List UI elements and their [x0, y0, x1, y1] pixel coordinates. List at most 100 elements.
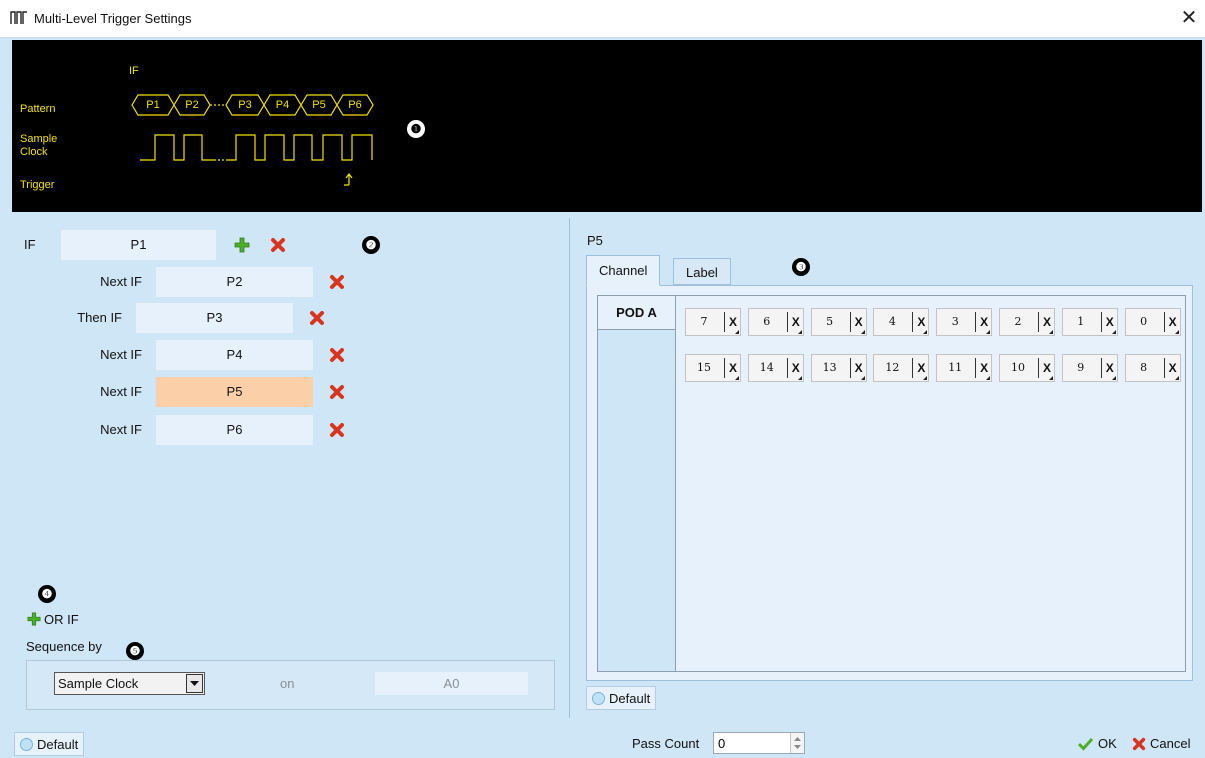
sequence-source-select[interactable]: Sample Clock	[54, 672, 205, 695]
bit-number: 12	[885, 361, 900, 374]
dropdown-corner-icon	[923, 376, 928, 380]
tab-label[interactable]: Label	[673, 258, 731, 285]
pass-count-field[interactable]	[713, 732, 805, 754]
bit-number: 6	[763, 315, 771, 328]
sequence-on-label: on	[280, 676, 295, 691]
bit-number: 15	[697, 361, 711, 374]
bit-separator	[1038, 358, 1039, 378]
bit-cell[interactable]: 14 X	[747, 354, 804, 382]
bit-cell[interactable]: 9X	[1061, 354, 1118, 382]
bit-separator	[1100, 312, 1102, 332]
bit-separator	[975, 358, 977, 378]
ok-button[interactable]: OK	[1078, 732, 1117, 756]
pass-count-label: Pass Count	[632, 736, 700, 751]
bit-cell[interactable]: 13 X	[810, 354, 867, 382]
sequence-channel-field[interactable]: A0	[375, 672, 528, 695]
default-radio-icon	[592, 692, 605, 705]
dropdown-corner-icon	[923, 330, 928, 334]
callout-marker-2: ❷	[362, 236, 380, 254]
bit-cell[interactable]: 10 X	[999, 354, 1055, 382]
dropdown-corner-icon	[735, 330, 739, 334]
sequence-by-label: Sequence by	[26, 639, 102, 654]
level-field-p4[interactable]: P4	[156, 340, 313, 370]
level-field-p3[interactable]: P3	[136, 303, 293, 333]
bit-cell[interactable]: 1X	[1061, 308, 1118, 336]
dropdown-corner-icon	[735, 376, 739, 380]
dropdown-arrow-icon	[186, 674, 203, 693]
bit-separator	[1038, 312, 1039, 332]
bit-separator	[975, 312, 977, 332]
dropdown-corner-icon	[797, 330, 802, 334]
delete-level-p5-icon[interactable]	[329, 384, 345, 400]
bit-separator	[912, 312, 914, 332]
checkmark-icon	[1078, 737, 1093, 751]
cancel-x-icon	[1132, 737, 1146, 751]
level-field-p1[interactable]: P1	[61, 230, 216, 260]
waveform-icon	[10, 11, 27, 24]
bit-number: 10	[1011, 361, 1025, 374]
bit-separator	[849, 358, 851, 378]
dropdown-corner-icon	[1049, 330, 1053, 334]
level-label-then-if: Then IF	[77, 310, 122, 325]
editor-default-button[interactable]: Default	[586, 686, 657, 710]
bit-cell[interactable]: 4X	[873, 308, 930, 336]
bit-cell[interactable]: 12 X	[873, 354, 930, 382]
editor-default-label: Default	[609, 691, 651, 706]
level-field-p5-selected[interactable]: P5	[156, 377, 313, 407]
bit-separator	[786, 312, 788, 332]
bit-separator	[849, 312, 851, 332]
spinner-icon[interactable]	[790, 733, 804, 753]
bit-cell[interactable]: 6X	[747, 308, 804, 336]
or-if-button[interactable]: OR IF	[27, 608, 79, 632]
window-title: Multi-Level Trigger Settings	[34, 11, 192, 26]
bit-cell[interactable]: 8X	[1124, 354, 1181, 382]
level-label-next-if: Next IF	[100, 384, 142, 399]
pass-count-input[interactable]	[716, 734, 786, 752]
dropdown-corner-icon	[860, 376, 865, 380]
bit-cell[interactable]: 7X	[685, 308, 741, 336]
bit-cell[interactable]: 5X	[810, 308, 867, 336]
timing-diagram: IF Pattern Sample Clock Trigger P1 P2 P3…	[12, 40, 1202, 212]
panel-divider	[569, 218, 570, 718]
bit-cell[interactable]: 2X	[999, 308, 1055, 336]
bit-separator	[1163, 358, 1165, 378]
dropdown-corner-icon	[1049, 376, 1053, 380]
bit-number: 4	[888, 315, 896, 328]
callout-marker-4: ❹	[38, 585, 56, 603]
bit-cell[interactable]: 3X	[936, 308, 993, 336]
pattern-label-4: P4	[275, 99, 290, 111]
dropdown-corner-icon	[860, 330, 865, 334]
bit-cell[interactable]: 11 X	[936, 354, 993, 382]
bit-number: 8	[1140, 361, 1148, 374]
add-level-icon[interactable]	[234, 237, 250, 253]
bit-number: 14	[759, 361, 774, 374]
bit-cell[interactable]: 15 X	[685, 354, 741, 382]
bit-separator	[1163, 312, 1165, 332]
pattern-label-5: P5	[312, 99, 326, 111]
dropdown-corner-icon	[986, 376, 991, 380]
title-bar: Multi-Level Trigger Settings ✕	[0, 0, 1205, 38]
footer-default-button[interactable]: Default	[14, 732, 85, 756]
dropdown-corner-icon	[986, 330, 991, 334]
delete-level-p2-icon[interactable]	[329, 274, 345, 290]
level-label-next-if: Next IF	[100, 422, 142, 437]
delete-level-p1-icon[interactable]	[270, 237, 286, 253]
bit-separator	[1100, 358, 1102, 378]
delete-level-p6-icon[interactable]	[329, 422, 345, 438]
level-field-p6[interactable]: P6	[156, 415, 313, 445]
callout-marker-1: ❶	[407, 120, 425, 138]
bit-cell[interactable]: 0X	[1124, 308, 1181, 336]
delete-level-p4-icon[interactable]	[329, 347, 345, 363]
bit-separator	[912, 358, 914, 378]
dropdown-corner-icon	[797, 376, 802, 380]
cancel-button[interactable]: Cancel	[1132, 732, 1190, 756]
delete-level-p3-icon[interactable]	[309, 310, 325, 326]
bit-number: 13	[822, 361, 837, 374]
footer-default-label: Default	[37, 737, 79, 752]
bit-number: 3	[951, 315, 959, 328]
bit-number: 7	[700, 315, 708, 328]
close-button[interactable]: ✕	[1178, 7, 1200, 29]
level-label-next-if: Next IF	[100, 347, 142, 362]
tab-channel[interactable]: Channel	[586, 255, 661, 286]
level-field-p2[interactable]: P2	[156, 267, 313, 297]
